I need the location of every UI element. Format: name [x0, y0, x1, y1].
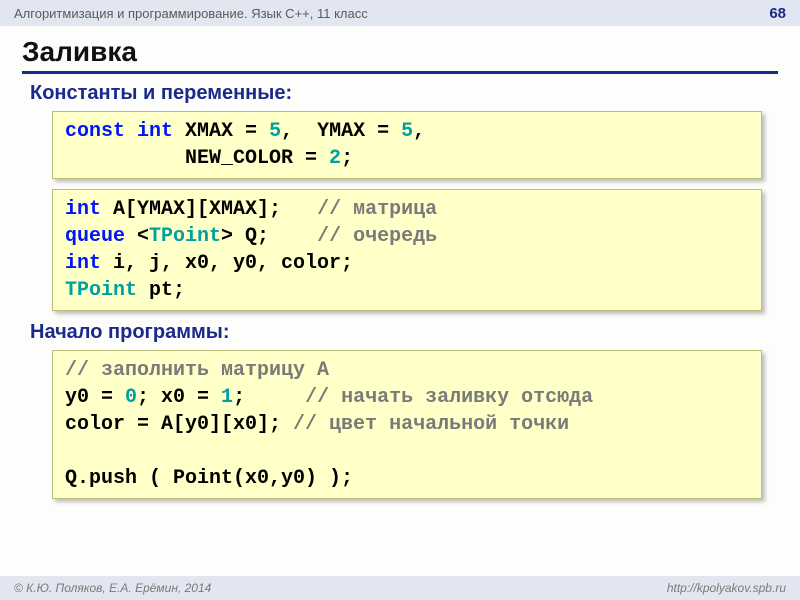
- num-0: 0: [125, 386, 137, 409]
- section-constants: Константы и переменные:: [30, 82, 778, 105]
- code-text: ; x0 =: [137, 386, 221, 409]
- code-blank: [65, 440, 77, 463]
- num-2: 2: [329, 147, 341, 170]
- cmt-color: // цвет начальной точки: [293, 413, 569, 436]
- kw-int3: int: [65, 252, 101, 275]
- kw-int: int: [137, 120, 173, 143]
- typ-tpoint: TPoint: [149, 225, 221, 248]
- footer-bar: © К.Ю. Поляков, Е.А. Ерёмин, 2014 http:/…: [0, 576, 800, 600]
- slide-title: Заливка: [22, 36, 778, 74]
- code-text: pt;: [137, 279, 185, 302]
- code-text: i, j, x0, y0, color;: [101, 252, 353, 275]
- num-5a: 5: [269, 120, 281, 143]
- cmt-queue: // очередь: [317, 225, 437, 248]
- cmt-start: // начать заливку отсюда: [305, 386, 593, 409]
- kw-const: const: [65, 120, 125, 143]
- code-text: A[YMAX][XMAX];: [101, 198, 317, 221]
- footer-url: http://kpolyakov.spb.ru: [667, 581, 786, 595]
- code-text: ;: [341, 147, 353, 170]
- kw-queue: queue: [65, 225, 125, 248]
- slide-content: Заливка Константы и переменные: const in…: [0, 26, 800, 499]
- typ-tpoint2: TPoint: [65, 279, 137, 302]
- code-text: ;: [233, 386, 305, 409]
- header-bar: Алгоритмизация и программирование. Язык …: [0, 0, 800, 26]
- cmt-fill: // заполнить матрицу A: [65, 359, 329, 382]
- code-text: > Q;: [221, 225, 317, 248]
- kw-int2: int: [65, 198, 101, 221]
- code-text: y0 =: [65, 386, 125, 409]
- code-constants: const int XMAX = 5, YMAX = 5, NEW_COLOR …: [52, 111, 762, 179]
- course-title: Алгоритмизация и программирование. Язык …: [14, 6, 368, 21]
- code-start: // заполнить матрицу A y0 = 0; x0 = 1; /…: [52, 350, 762, 499]
- code-text: ,: [413, 120, 425, 143]
- code-text: color = A[y0][x0];: [65, 413, 293, 436]
- code-text: <: [125, 225, 149, 248]
- code-text: , YMAX =: [281, 120, 401, 143]
- footer-copyright: © К.Ю. Поляков, Е.А. Ерёмин, 2014: [14, 581, 211, 595]
- section-start: Начало программы:: [30, 321, 778, 344]
- code-text: NEW_COLOR =: [65, 147, 329, 170]
- num-5b: 5: [401, 120, 413, 143]
- cmt-matrix: // матрица: [317, 198, 437, 221]
- code-text: XMAX =: [173, 120, 269, 143]
- page-number: 68: [769, 5, 786, 22]
- num-1: 1: [221, 386, 233, 409]
- code-vars: int A[YMAX][XMAX]; // матрица queue <TPo…: [52, 189, 762, 311]
- code-push: Q.push ( Point(x0,y0) );: [65, 467, 353, 490]
